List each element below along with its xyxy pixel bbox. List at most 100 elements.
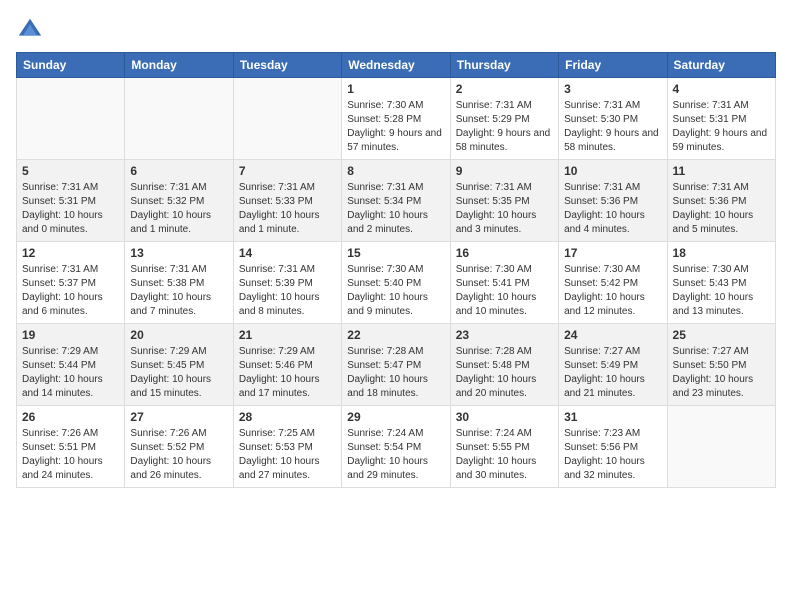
- day-info: Sunrise: 7:30 AMSunset: 5:28 PMDaylight:…: [347, 99, 444, 155]
- table-row: 12Sunrise: 7:31 AMSunset: 5:37 PMDayligh…: [17, 242, 125, 324]
- day-number: 3: [564, 82, 661, 96]
- day-number: 6: [130, 164, 227, 178]
- day-number: 28: [239, 410, 336, 424]
- page-header: [16, 16, 776, 44]
- weekday-header-sunday: Sunday: [17, 53, 125, 78]
- table-row: [233, 78, 341, 160]
- day-number: 9: [456, 164, 553, 178]
- table-row: 7Sunrise: 7:31 AMSunset: 5:33 PMDaylight…: [233, 160, 341, 242]
- day-number: 31: [564, 410, 661, 424]
- weekday-header-wednesday: Wednesday: [342, 53, 450, 78]
- table-row: 13Sunrise: 7:31 AMSunset: 5:38 PMDayligh…: [125, 242, 233, 324]
- weekday-header-saturday: Saturday: [667, 53, 775, 78]
- day-info: Sunrise: 7:29 AMSunset: 5:46 PMDaylight:…: [239, 345, 336, 401]
- day-info: Sunrise: 7:26 AMSunset: 5:52 PMDaylight:…: [130, 427, 227, 483]
- table-row: 25Sunrise: 7:27 AMSunset: 5:50 PMDayligh…: [667, 324, 775, 406]
- table-row: [125, 78, 233, 160]
- table-row: 15 Sunrise: 7:30 AMSunset: 5:40 PMDayligh…: [342, 242, 450, 324]
- table-row: 11 Sunrise: 7:31 AMSunset: 5:36 PMDayligh…: [667, 160, 775, 242]
- table-row: 28 Sunrise: 7:25 AMSunset: 5:53 PMDayligh…: [233, 406, 341, 488]
- day-number: 15: [347, 246, 444, 260]
- day-number: 2: [456, 82, 553, 96]
- week-row-3: 12Sunrise: 7:31 AMSunset: 5:37 PMDayligh…: [17, 242, 776, 324]
- day-number: 20: [130, 328, 227, 342]
- day-info: Sunrise: 7:28 AMSunset: 5:48 PMDaylight:…: [456, 345, 553, 401]
- weekday-header-row: SundayMondayTuesdayWednesdayThursdayFrid…: [17, 53, 776, 78]
- day-number: 13: [130, 246, 227, 260]
- day-info: Sunrise: 7:31 AMSunset: 5:36 PMDaylight:…: [673, 181, 770, 237]
- table-row: 8 Sunrise: 7:31 AMSunset: 5:34 PMDaylight…: [342, 160, 450, 242]
- day-info: Sunrise: 7:23 AMSunset: 5:56 PMDaylight:…: [564, 427, 661, 483]
- day-number: 1: [347, 82, 444, 96]
- day-info: Sunrise: 7:30 AMSunset: 5:43 PMDaylight:…: [673, 263, 770, 319]
- day-info: Sunrise: 7:31 AMSunset: 5:34 PMDaylight:…: [347, 181, 444, 237]
- day-info: Sunrise: 7:31 AMSunset: 5:31 PMDaylight:…: [673, 99, 770, 155]
- table-row: 5Sunrise: 7:31 AMSunset: 5:31 PMDaylight…: [17, 160, 125, 242]
- weekday-header-thursday: Thursday: [450, 53, 558, 78]
- day-number: 21: [239, 328, 336, 342]
- table-row: 6Sunrise: 7:31 AMSunset: 5:32 PMDaylight…: [125, 160, 233, 242]
- table-row: 29 Sunrise: 7:24 AMSunset: 5:54 PMDayligh…: [342, 406, 450, 488]
- table-row: 31 Sunrise: 7:23 AMSunset: 5:56 PMDayligh…: [559, 406, 667, 488]
- table-row: 2 Sunrise: 7:31 AMSunset: 5:29 PMDaylight…: [450, 78, 558, 160]
- day-number: 19: [22, 328, 119, 342]
- day-number: 12: [22, 246, 119, 260]
- week-row-4: 19 Sunrise: 7:29 AMSunset: 5:44 PMDayligh…: [17, 324, 776, 406]
- day-info: Sunrise: 7:30 AMSunset: 5:41 PMDaylight:…: [456, 263, 553, 319]
- day-number: 27: [130, 410, 227, 424]
- day-info: Sunrise: 7:27 AMSunset: 5:49 PMDaylight:…: [564, 345, 661, 401]
- week-row-2: 5Sunrise: 7:31 AMSunset: 5:31 PMDaylight…: [17, 160, 776, 242]
- day-info: Sunrise: 7:29 AMSunset: 5:44 PMDaylight:…: [22, 345, 119, 401]
- table-row: 20 Sunrise: 7:29 AMSunset: 5:45 PMDayligh…: [125, 324, 233, 406]
- logo: [16, 16, 48, 44]
- day-info: Sunrise: 7:31 AMSunset: 5:29 PMDaylight:…: [456, 99, 553, 155]
- table-row: 9 Sunrise: 7:31 AMSunset: 5:35 PMDaylight…: [450, 160, 558, 242]
- day-number: 17: [564, 246, 661, 260]
- day-number: 29: [347, 410, 444, 424]
- table-row: 14 Sunrise: 7:31 AMSunset: 5:39 PMDayligh…: [233, 242, 341, 324]
- day-number: 10: [564, 164, 661, 178]
- day-info: Sunrise: 7:31 AMSunset: 5:36 PMDaylight:…: [564, 181, 661, 237]
- day-number: 23: [456, 328, 553, 342]
- table-row: 19 Sunrise: 7:29 AMSunset: 5:44 PMDayligh…: [17, 324, 125, 406]
- day-info: Sunrise: 7:31 AMSunset: 5:31 PMDaylight:…: [22, 181, 119, 237]
- day-number: 4: [673, 82, 770, 96]
- day-number: 14: [239, 246, 336, 260]
- table-row: 23 Sunrise: 7:28 AMSunset: 5:48 PMDayligh…: [450, 324, 558, 406]
- table-row: 26 Sunrise: 7:26 AMSunset: 5:51 PMDayligh…: [17, 406, 125, 488]
- logo-icon: [16, 16, 44, 44]
- day-info: Sunrise: 7:25 AMSunset: 5:53 PMDaylight:…: [239, 427, 336, 483]
- weekday-header-tuesday: Tuesday: [233, 53, 341, 78]
- table-row: 10 Sunrise: 7:31 AMSunset: 5:36 PMDayligh…: [559, 160, 667, 242]
- day-info: Sunrise: 7:31 AMSunset: 5:30 PMDaylight:…: [564, 99, 661, 155]
- table-row: 18 Sunrise: 7:30 AMSunset: 5:43 PMDayligh…: [667, 242, 775, 324]
- table-row: 16Sunrise: 7:30 AMSunset: 5:41 PMDayligh…: [450, 242, 558, 324]
- table-row: 17 Sunrise: 7:30 AMSunset: 5:42 PMDayligh…: [559, 242, 667, 324]
- day-info: Sunrise: 7:24 AMSunset: 5:54 PMDaylight:…: [347, 427, 444, 483]
- day-info: Sunrise: 7:30 AMSunset: 5:42 PMDaylight:…: [564, 263, 661, 319]
- day-info: Sunrise: 7:31 AMSunset: 5:39 PMDaylight:…: [239, 263, 336, 319]
- weekday-header-monday: Monday: [125, 53, 233, 78]
- day-info: Sunrise: 7:31 AMSunset: 5:33 PMDaylight:…: [239, 181, 336, 237]
- day-info: Sunrise: 7:31 AMSunset: 5:35 PMDaylight:…: [456, 181, 553, 237]
- table-row: 4 Sunrise: 7:31 AMSunset: 5:31 PMDaylight…: [667, 78, 775, 160]
- calendar-table: SundayMondayTuesdayWednesdayThursdayFrid…: [16, 52, 776, 488]
- day-info: Sunrise: 7:24 AMSunset: 5:55 PMDaylight:…: [456, 427, 553, 483]
- day-number: 26: [22, 410, 119, 424]
- weekday-header-friday: Friday: [559, 53, 667, 78]
- day-number: 25: [673, 328, 770, 342]
- day-info: Sunrise: 7:30 AMSunset: 5:40 PMDaylight:…: [347, 263, 444, 319]
- day-number: 22: [347, 328, 444, 342]
- day-info: Sunrise: 7:26 AMSunset: 5:51 PMDaylight:…: [22, 427, 119, 483]
- day-number: 18: [673, 246, 770, 260]
- day-number: 8: [347, 164, 444, 178]
- day-number: 11: [673, 164, 770, 178]
- day-info: Sunrise: 7:29 AMSunset: 5:45 PMDaylight:…: [130, 345, 227, 401]
- week-row-5: 26 Sunrise: 7:26 AMSunset: 5:51 PMDayligh…: [17, 406, 776, 488]
- day-info: Sunrise: 7:28 AMSunset: 5:47 PMDaylight:…: [347, 345, 444, 401]
- table-row: [17, 78, 125, 160]
- table-row: 3 Sunrise: 7:31 AMSunset: 5:30 PMDaylight…: [559, 78, 667, 160]
- table-row: 22 Sunrise: 7:28 AMSunset: 5:47 PMDayligh…: [342, 324, 450, 406]
- table-row: 1 Sunrise: 7:30 AMSunset: 5:28 PMDaylight…: [342, 78, 450, 160]
- table-row: 27 Sunrise: 7:26 AMSunset: 5:52 PMDayligh…: [125, 406, 233, 488]
